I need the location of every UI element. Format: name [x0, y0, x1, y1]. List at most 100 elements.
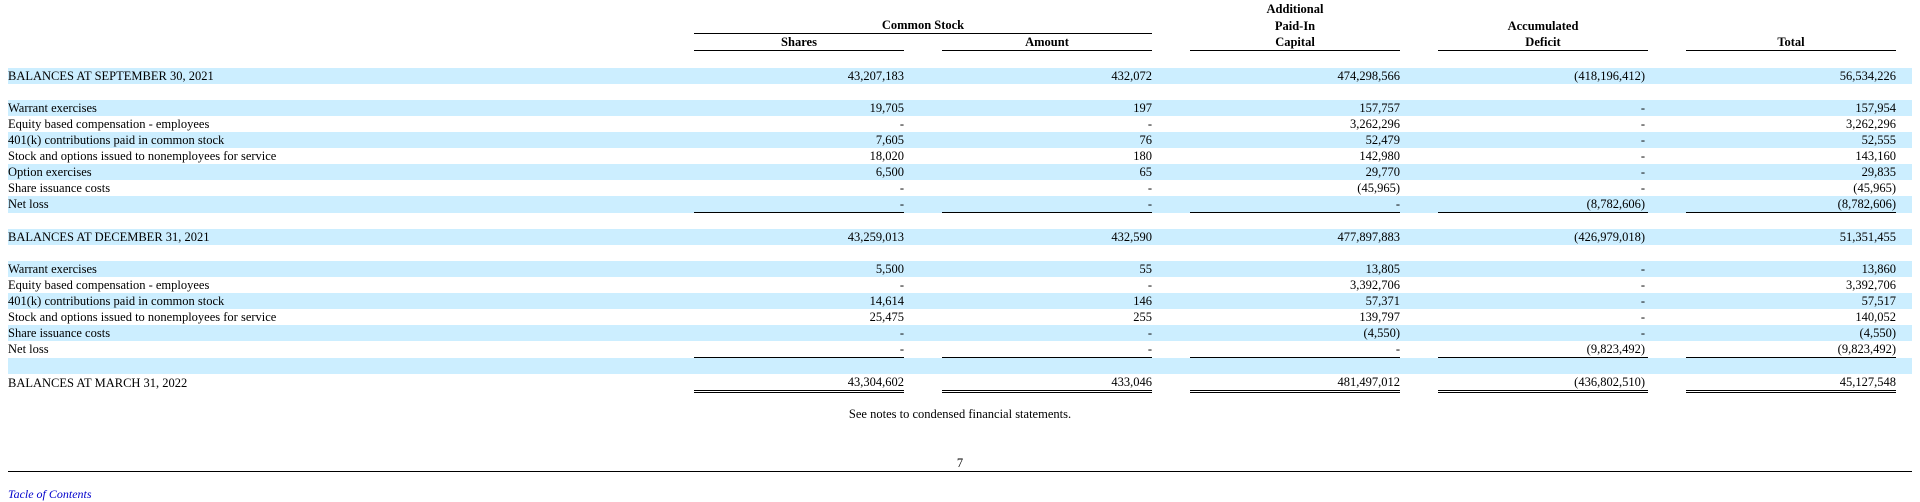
cell-total: 29,835: [1686, 164, 1896, 180]
header-shares: Shares: [694, 33, 904, 51]
cell-amount: -: [942, 196, 1152, 213]
header-apic-line3: Capital: [1190, 33, 1400, 51]
table-row: Stock and options issued to nonemployees…: [8, 148, 1912, 164]
table-of-contents-link[interactable]: Tacle of Contents: [8, 487, 92, 502]
header-apic-line2: Paid-In: [1274, 18, 1316, 33]
row-label: Equity based compensation - employees: [8, 117, 210, 131]
cell-amount: 65: [942, 164, 1152, 180]
table-row: Option exercises 6,500 65 29,770 - 29,83…: [8, 164, 1912, 180]
cell-total: 140,052: [1855, 310, 1896, 324]
cell-shares: -: [899, 278, 904, 292]
cell-apic: 139,797: [1359, 310, 1400, 324]
table-row: Net loss - - - (9,823,492) (9,823,492): [8, 341, 1912, 358]
table-row: BALANCES AT MARCH 31, 2022 43,304,602 43…: [8, 374, 1912, 393]
equity-statement-page: Additional Common Stock Paid-In Accumula…: [8, 0, 1912, 501]
table-row: Warrant exercises 5,500 55 13,805 - 13,8…: [8, 261, 1912, 277]
cell-deficit: -: [1640, 181, 1645, 195]
table-row: Share issuance costs - - (45,965) - (45,…: [8, 180, 1912, 196]
cell-deficit: -: [1640, 117, 1645, 131]
cell-shares: -: [694, 341, 904, 358]
cell-amount: -: [942, 325, 1152, 341]
cell-shares: -: [899, 181, 904, 195]
cell-amount: 433,046: [942, 374, 1152, 393]
cell-total: 45,127,548: [1686, 374, 1896, 393]
table-body: BALANCES AT SEPTEMBER 30, 2021 43,207,18…: [8, 51, 1912, 393]
table-row: BALANCES AT SEPTEMBER 30, 2021 43,207,18…: [8, 68, 1912, 84]
cell-apic: -: [1190, 196, 1400, 213]
cell-amount: 197: [942, 100, 1152, 116]
cell-shares: 5,500: [694, 261, 904, 277]
cell-amount: 76: [942, 132, 1152, 148]
header-common-stock: Common Stock: [694, 17, 1152, 34]
cell-shares: -: [694, 325, 904, 341]
row-label: Warrant exercises: [8, 261, 694, 277]
cell-deficit: -: [1640, 278, 1645, 292]
row-label: Stock and options issued to nonemployees…: [8, 149, 277, 163]
cell-total: 57,517: [1686, 293, 1896, 309]
cell-total: 3,392,706: [1846, 278, 1896, 292]
cell-deficit: -: [1438, 164, 1648, 180]
cell-amount: 432,590: [942, 229, 1152, 245]
row-label: BALANCES AT MARCH 31, 2022: [8, 375, 188, 390]
cell-total: 52,555: [1686, 132, 1896, 148]
footnote: See notes to condensed financial stateme…: [848, 407, 1072, 421]
cell-apic: 3,392,706: [1350, 278, 1400, 292]
table-row: Share issuance costs - - (4,550) - (4,55…: [8, 325, 1912, 341]
row-label: Net loss: [8, 196, 694, 213]
cell-apic: -: [1190, 341, 1400, 358]
header-total: Total: [1686, 33, 1896, 51]
header-deficit-line1: Accumulated: [1507, 18, 1579, 33]
row-label: Stock and options issued to nonemployees…: [8, 310, 277, 324]
cell-shares: -: [694, 196, 904, 213]
row-label: Option exercises: [8, 164, 694, 180]
cell-deficit: (426,979,018): [1438, 229, 1648, 245]
cell-deficit: -: [1438, 293, 1648, 309]
cell-amount: -: [1147, 181, 1152, 195]
cell-amount: 146: [942, 293, 1152, 309]
row-label: 401(k) contributions paid in common stoc…: [8, 132, 694, 148]
row-label: Share issuance costs: [8, 181, 111, 195]
table-row: Warrant exercises 19,705 197 157,757 - 1…: [8, 100, 1912, 116]
cell-apic: 57,371: [1190, 293, 1400, 309]
cell-total: 13,860: [1686, 261, 1896, 277]
cell-shares: 43,304,602: [694, 374, 904, 393]
cell-shares: 6,500: [694, 164, 904, 180]
cell-apic: 142,980: [1359, 149, 1400, 163]
cell-total: 3,262,296: [1846, 117, 1896, 131]
cell-apic: 477,897,883: [1190, 229, 1400, 245]
table-row: BALANCES AT DECEMBER 31, 2021 43,259,013…: [8, 229, 1912, 245]
cell-deficit: (9,823,492): [1438, 341, 1648, 358]
page-divider: [8, 471, 1912, 472]
cell-apic: 157,757: [1190, 100, 1400, 116]
cell-deficit: (418,196,412): [1438, 68, 1648, 84]
cell-apic: 13,805: [1190, 261, 1400, 277]
table-row: 401(k) contributions paid in common stoc…: [8, 132, 1912, 148]
cell-apic: 29,770: [1190, 164, 1400, 180]
row-label: 401(k) contributions paid in common stoc…: [8, 293, 694, 309]
cell-total: (45,965): [1853, 181, 1896, 195]
cell-total: 143,160: [1855, 149, 1896, 163]
cell-shares: 25,475: [869, 310, 904, 324]
header-deficit-line2: Deficit: [1438, 33, 1648, 51]
cell-apic: 474,298,566: [1190, 68, 1400, 84]
row-label: BALANCES AT SEPTEMBER 30, 2021: [8, 68, 694, 84]
cell-shares: -: [899, 117, 904, 131]
row-label: Warrant exercises: [8, 100, 694, 116]
cell-deficit: -: [1438, 325, 1648, 341]
cell-apic: (45,965): [1357, 181, 1400, 195]
table-row: 401(k) contributions paid in common stoc…: [8, 293, 1912, 309]
row-label: Net loss: [8, 342, 49, 357]
header-amount: Amount: [942, 33, 1152, 51]
header-apic-line1: Additional: [1266, 2, 1324, 16]
row-label: Equity based compensation - employees: [8, 278, 210, 292]
cell-apic: 3,262,296: [1350, 117, 1400, 131]
stockholders-equity-table: Additional Common Stock Paid-In Accumula…: [8, 0, 1912, 393]
cell-total: (8,782,606): [1686, 196, 1896, 213]
cell-total: (9,823,492): [1686, 341, 1896, 358]
table-row: Equity based compensation - employees - …: [8, 116, 1912, 132]
table-row: Equity based compensation - employees - …: [8, 277, 1912, 293]
table-row: Stock and options issued to nonemployees…: [8, 309, 1912, 325]
cell-shares: 14,614: [694, 293, 904, 309]
cell-amount: -: [1147, 117, 1152, 131]
row-label: BALANCES AT DECEMBER 31, 2021: [8, 229, 694, 245]
